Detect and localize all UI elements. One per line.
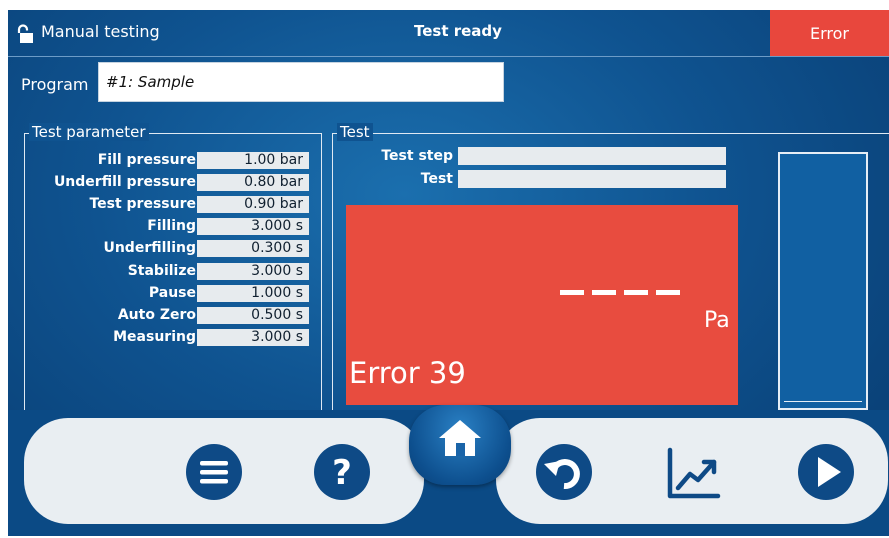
param-value-filling[interactable]: 3.000 s xyxy=(197,218,309,235)
reading-dash xyxy=(624,290,648,295)
result-display: Pa Error 39 xyxy=(346,205,738,405)
test-step-label: Test step xyxy=(381,148,453,164)
undo-button[interactable] xyxy=(534,442,594,502)
mode-title: Manual testing xyxy=(41,22,160,41)
param-value-underfill-pressure[interactable]: 0.80 bar xyxy=(197,174,309,191)
error-code: Error 39 xyxy=(349,356,466,390)
param-value-test-pressure[interactable]: 0.90 bar xyxy=(197,196,309,213)
param-value-stabilize[interactable]: 3.000 s xyxy=(197,263,309,280)
param-value-pause[interactable]: 1.000 s xyxy=(197,285,309,302)
pressure-bar-gauge xyxy=(778,152,868,410)
menu-button[interactable] xyxy=(184,442,244,502)
menu-icon xyxy=(186,444,242,500)
home-icon xyxy=(439,420,481,456)
program-field[interactable]: #1: Sample xyxy=(98,62,504,102)
chart-icon xyxy=(667,447,721,499)
start-test-button[interactable] xyxy=(796,442,856,502)
error-indicator[interactable]: Error xyxy=(770,10,889,56)
play-icon xyxy=(798,444,854,500)
reading-dash xyxy=(560,290,584,295)
gauge-baseline xyxy=(784,401,862,402)
param-label-stabilize: Stabilize xyxy=(127,263,196,279)
param-value-underfilling[interactable]: 0.300 s xyxy=(197,240,309,257)
manual-testing-screen: Manual testing Test ready Error Program … xyxy=(8,10,889,536)
test-step-field xyxy=(458,147,726,165)
header-divider xyxy=(8,56,889,57)
param-value-measuring[interactable]: 3.000 s xyxy=(197,329,309,346)
reading-dash xyxy=(656,290,680,295)
home-button[interactable] xyxy=(409,405,511,485)
test-label: Test xyxy=(420,171,453,187)
test-parameter-title: Test parameter xyxy=(29,123,149,141)
help-icon: ? xyxy=(314,444,370,500)
help-button[interactable]: ? xyxy=(312,442,372,502)
status-text: Test ready xyxy=(414,22,502,40)
param-value-fill-pressure[interactable]: 1.00 bar xyxy=(197,152,309,169)
test-field xyxy=(458,170,726,188)
program-label: Program xyxy=(21,75,89,94)
chart-button[interactable] xyxy=(664,446,724,502)
svg-text:?: ? xyxy=(332,453,352,493)
param-label-pause: Pause xyxy=(148,285,196,301)
reading-dash xyxy=(592,290,616,295)
param-label-test-pressure: Test pressure xyxy=(89,196,196,212)
error-label: Error xyxy=(810,23,849,43)
unlocked-padlock-icon xyxy=(17,24,33,43)
param-label-underfilling: Underfilling xyxy=(103,240,196,256)
param-label-fill-pressure: Fill pressure xyxy=(97,152,196,168)
param-label-filling: Filling xyxy=(147,218,196,234)
unit-label: Pa xyxy=(704,308,730,333)
param-label-measuring: Measuring xyxy=(113,329,196,345)
param-label-auto-zero: Auto Zero xyxy=(117,307,196,323)
undo-icon xyxy=(536,444,592,500)
param-label-underfill-pressure: Underfill pressure xyxy=(53,174,196,190)
test-group-title: Test xyxy=(337,123,373,141)
param-value-auto-zero[interactable]: 0.500 s xyxy=(197,307,309,324)
header-bar: Manual testing Test ready Error xyxy=(8,10,889,56)
